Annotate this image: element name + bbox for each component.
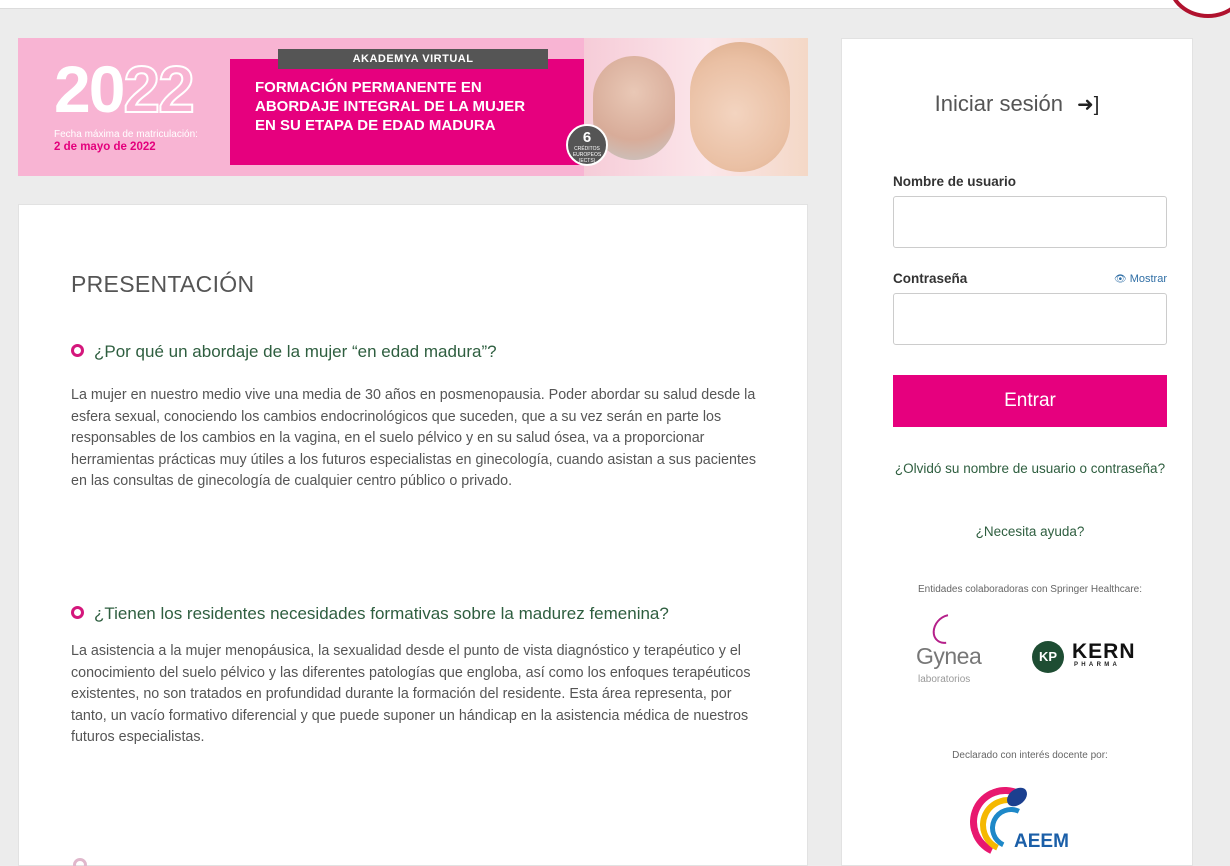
section-question: ¿Tienen los residentes necesidades forma… (71, 603, 751, 624)
gynea-subtitle: laboratorios (918, 674, 971, 685)
credits-number: 6 (582, 129, 592, 146)
gynea-logo: Gynea laboratorios (912, 608, 990, 693)
banner-title-line: FORMACIÓN PERMANENTE EN (255, 79, 482, 96)
forgot-credentials-link[interactable]: ¿Olvidó su nombre de usuario o contraseñ… (872, 459, 1188, 478)
brand-label: AKADEMYA VIRTUAL (278, 49, 548, 69)
declared-interest-label: Declarado con interés docente por: (952, 750, 1108, 761)
login-button[interactable]: Entrar (893, 375, 1167, 427)
aeem-name: AEEM (1014, 831, 1069, 852)
kern-name: KERN (1072, 640, 1136, 663)
sign-in-icon: ➜] (1077, 94, 1100, 116)
top-bar (0, 0, 1230, 9)
circle-bullet-icon (71, 344, 84, 357)
year-outline: 22 (122, 52, 195, 126)
show-password-toggle[interactable]: 👁 Mostrar (1097, 273, 1167, 285)
deadline-date: 2 de mayo de 2022 (54, 141, 156, 153)
course-banner[interactable]: 2022 Fecha máxima de matriculación: 2 de… (18, 38, 808, 176)
password-field[interactable] (893, 293, 1167, 345)
aeem-logo: AEEM (960, 777, 1070, 866)
circle-bullet-icon (71, 606, 84, 619)
presentation-card: PRESENTACIÓN ¿Por qué un abordaje de la … (18, 204, 808, 866)
ects-credits-badge: 6 CRÉDITOS EUROPEOS (ECTS) (566, 124, 608, 166)
section-body: La mujer en nuestro medio vive una media… (71, 387, 757, 489)
question-text: ¿Tienen los residentes necesidades forma… (94, 604, 669, 623)
section-body: La asistencia a la mujer menopáusica, la… (71, 643, 751, 745)
username-field[interactable] (893, 196, 1167, 248)
sponsors-label: Entidades colaboradoras con Springer Hea… (917, 584, 1143, 595)
corner-logo[interactable] (1168, 0, 1230, 18)
page-title: PRESENTACIÓN (71, 271, 255, 297)
credits-text: CRÉDITOS EUROPEOS (ECTS) (572, 146, 602, 164)
password-label: Contraseña (893, 271, 968, 286)
username-label: Nombre de usuario (893, 174, 1017, 189)
section-question: ¿Por qué un abordaje de la mujer “en eda… (71, 341, 751, 362)
eye-icon: 👁 (1114, 274, 1127, 285)
login-title: Iniciar sesión ➜] (842, 91, 1192, 117)
young-woman-photo (690, 42, 790, 172)
show-password-label: Mostrar (1129, 273, 1167, 285)
gynea-name: Gynea (916, 643, 982, 669)
banner-title: FORMACIÓN PERMANENTE EN ABORDAJE INTEGRA… (255, 78, 585, 135)
kern-pharma-logo: KP KERN PHARMA (1032, 641, 1142, 681)
question-text: ¿Por qué un abordaje de la mujer “en eda… (94, 342, 497, 361)
login-title-text: Iniciar sesión (934, 91, 1064, 116)
year-solid: 20 (54, 52, 125, 126)
banner-title-line: ABORDAJE INTEGRAL DE LA MUJER (255, 98, 526, 115)
kern-subtitle: PHARMA (1074, 662, 1121, 668)
deadline-label: Fecha máxima de matriculación: (54, 129, 198, 140)
banner-title-line: EN SU ETAPA DE EDAD MADURA (255, 117, 496, 134)
banner-year: 2022 (54, 55, 196, 123)
login-card: Iniciar sesión ➜] Nombre de usuario Contr… (841, 38, 1193, 866)
kern-emblem-icon: KP (1032, 641, 1064, 673)
help-link[interactable]: ¿Necesita ayuda? (872, 522, 1188, 541)
circle-bullet-icon (73, 858, 87, 866)
